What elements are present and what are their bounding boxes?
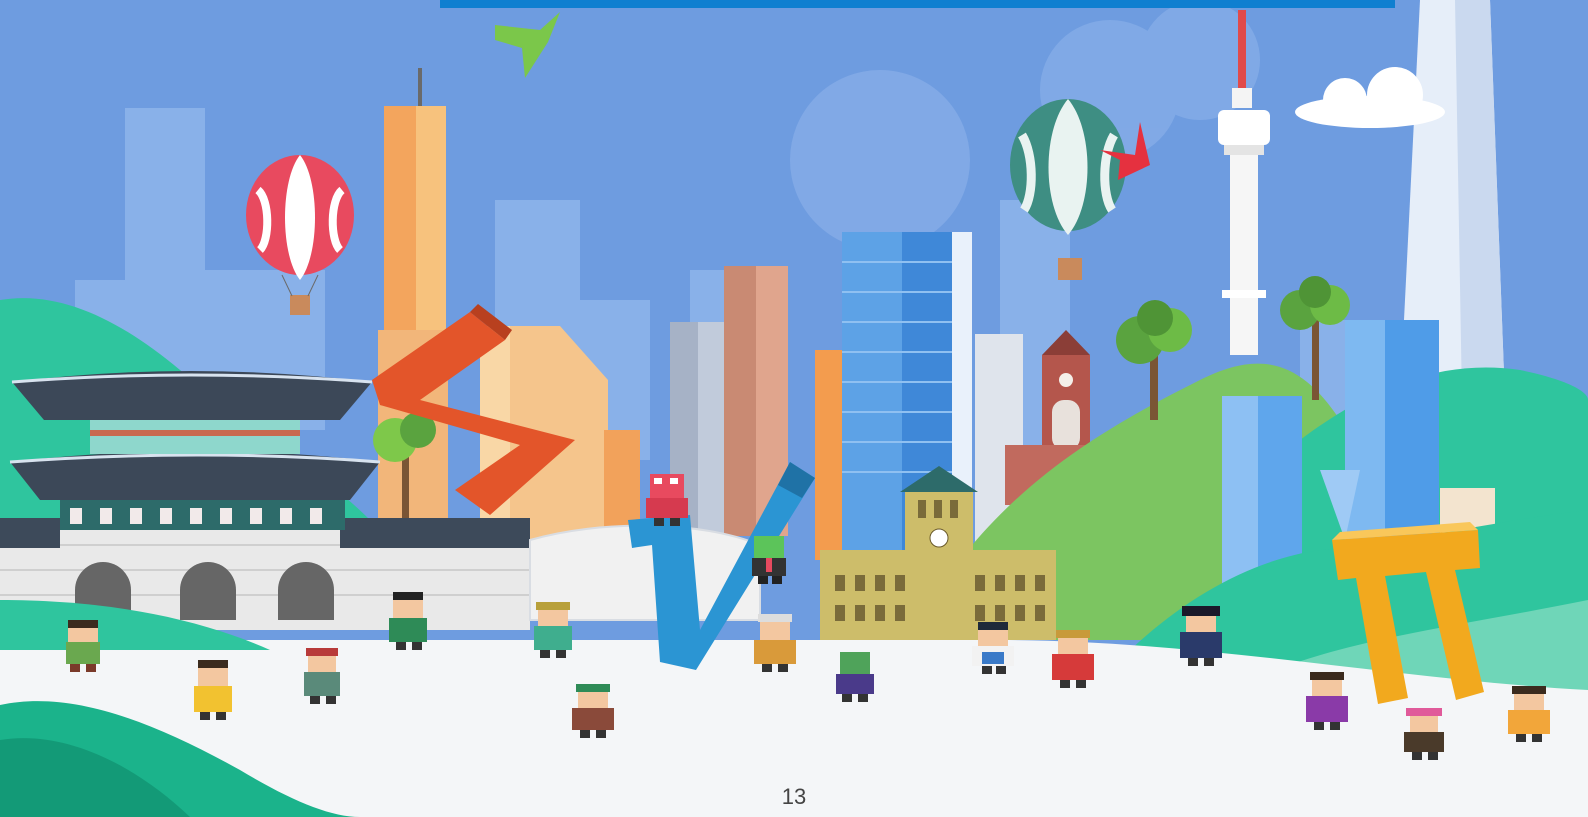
- pixel-character-icon: [534, 602, 572, 658]
- pixel-character-icon: [1052, 630, 1094, 688]
- pixel-character-icon: [1180, 606, 1222, 666]
- slide-header-bar: [440, 0, 1395, 8]
- pixel-character-icon: [1306, 672, 1348, 730]
- pixel-character-icon: [389, 592, 427, 650]
- page-number: 13: [781, 784, 807, 809]
- pixel-character-icon: [194, 660, 232, 720]
- pixel-character-icon: [304, 648, 340, 704]
- seoul-illustration: [0, 0, 1588, 817]
- pixel-character-icon: [1508, 686, 1550, 742]
- pixel-character-icon: [572, 684, 614, 738]
- yellow-tower: [378, 68, 448, 536]
- pixel-character-icon: [754, 614, 796, 672]
